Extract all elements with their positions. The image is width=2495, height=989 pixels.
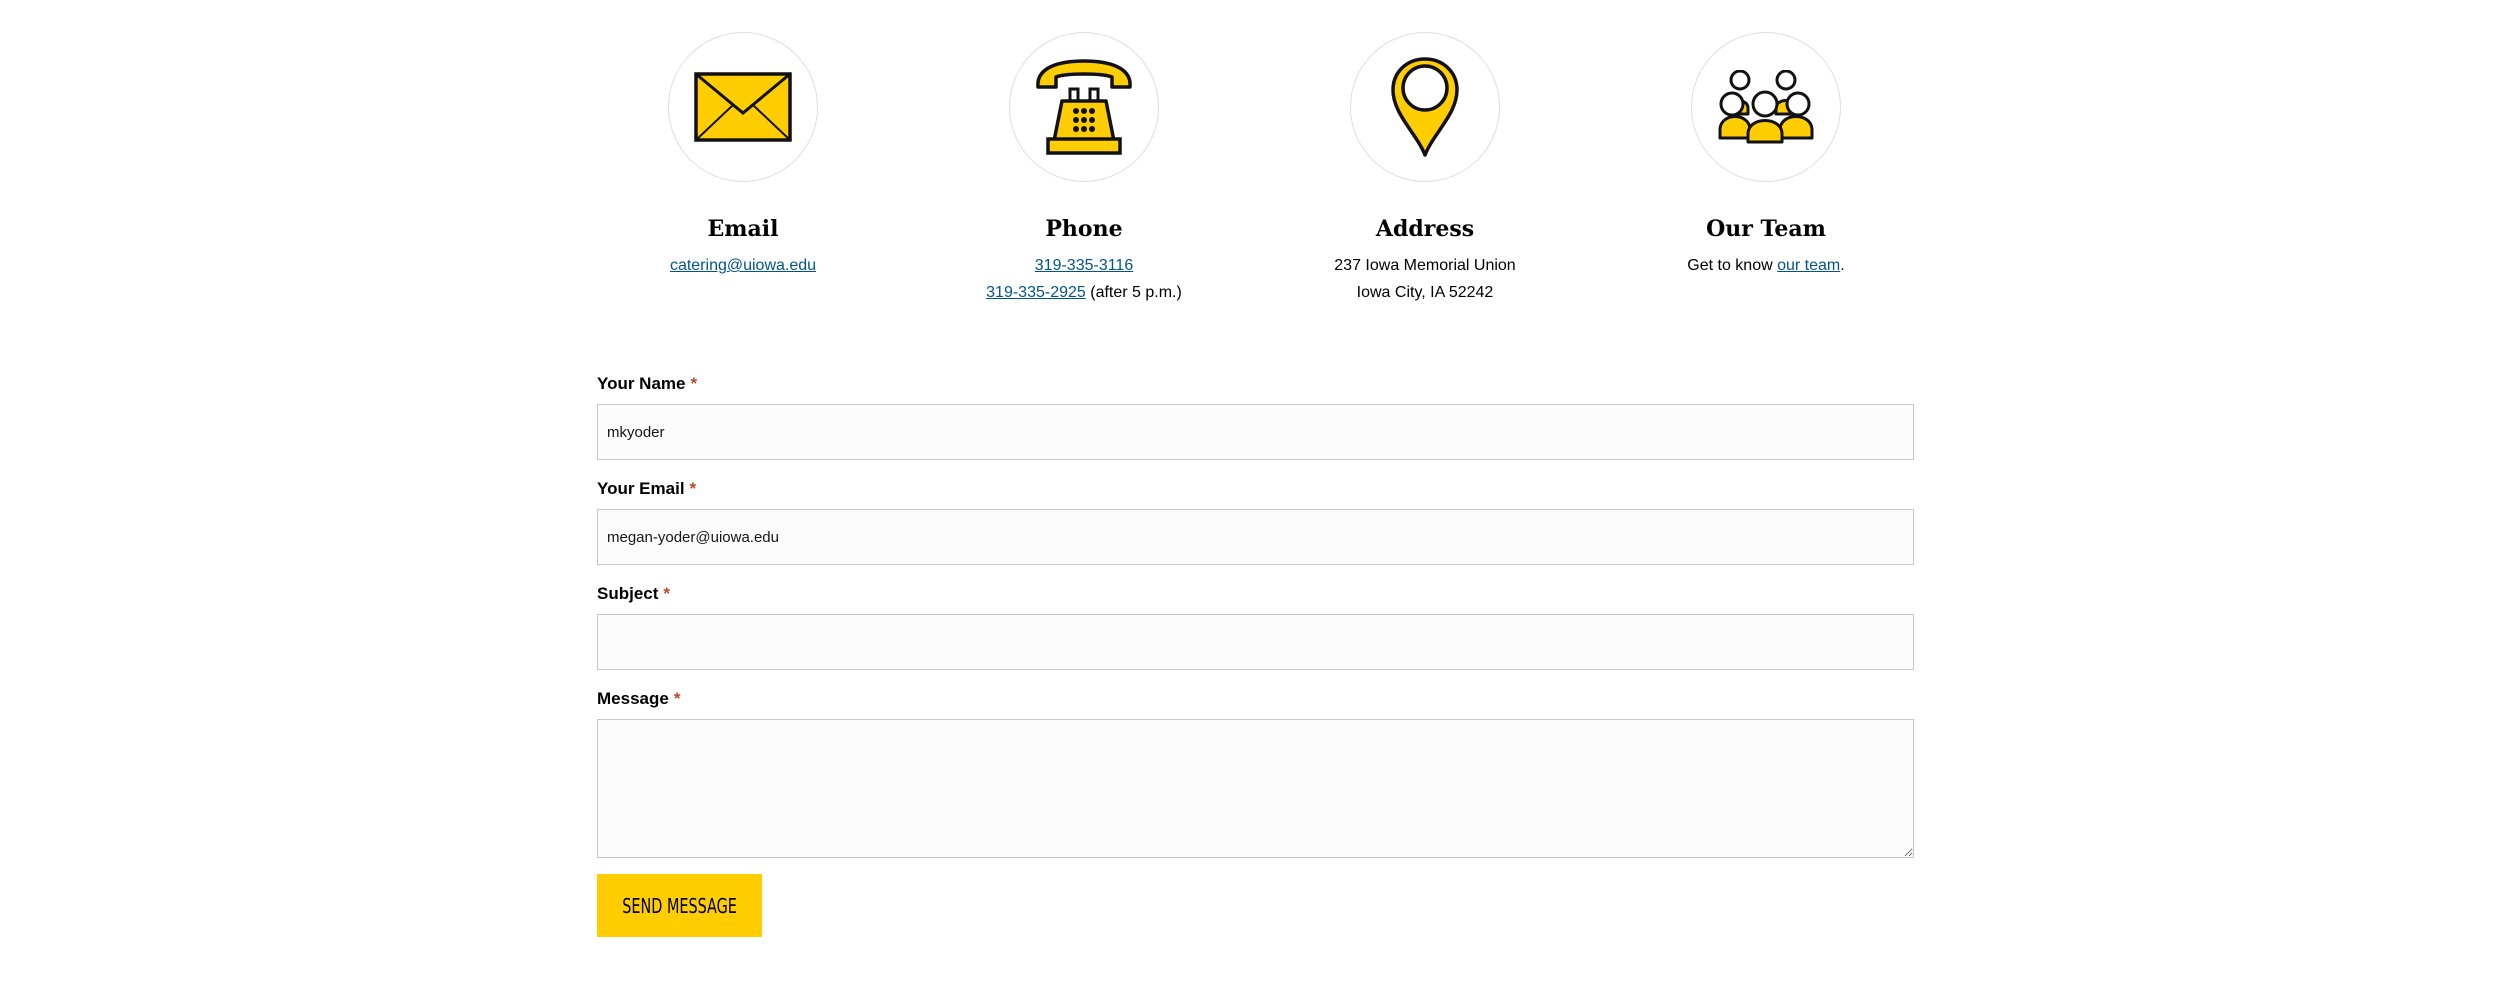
phone-link-main[interactable]: 319-335-3116 [1035, 257, 1133, 274]
send-message-label: SEND MESSAGE [622, 893, 737, 918]
name-input[interactable] [597, 404, 1914, 460]
team-text-suffix: . [1840, 257, 1845, 274]
email-input[interactable] [597, 509, 1914, 565]
phone-after-hours-note: (after 5 p.m.) [1085, 284, 1182, 301]
message-textarea[interactable] [597, 719, 1914, 858]
contact-form: Your Name* Your Email* Subject* Message*… [597, 372, 1914, 937]
required-marker: * [690, 374, 698, 393]
contact-info-row: Email catering@uiowa.edu Phone 319-335-3… [0, 0, 2495, 340]
name-label: Your Name * [597, 374, 698, 393]
envelope-icon-circle [668, 32, 818, 182]
required-marker: * [689, 479, 697, 498]
address-line-2: Iowa City, IA 52242 [1356, 284, 1494, 301]
team-text-prefix: Get to know [1687, 257, 1778, 274]
subject-input[interactable] [597, 614, 1914, 670]
team-icon [1718, 70, 1814, 144]
team-heading: Our Team [1706, 216, 1826, 242]
telephone-icon [1036, 59, 1132, 155]
contact-team: Our Team Get to know our team. [1556, 32, 1976, 279]
required-marker: * [673, 689, 681, 708]
subject-label: Subject * [597, 584, 671, 603]
telephone-icon-circle [1009, 32, 1159, 182]
phone-link-after-hours[interactable]: 319-335-2925 [986, 284, 1086, 301]
map-pin-icon-circle [1350, 32, 1500, 182]
send-message-button[interactable]: SEND MESSAGE [597, 874, 762, 937]
map-pin-icon [1391, 57, 1459, 157]
team-icon-circle [1691, 32, 1841, 182]
required-marker: * [663, 584, 671, 603]
our-team-link[interactable]: our team [1777, 257, 1840, 274]
envelope-icon [694, 72, 792, 142]
message-label: Message * [597, 689, 681, 708]
email-label: Your Email * [597, 479, 697, 498]
